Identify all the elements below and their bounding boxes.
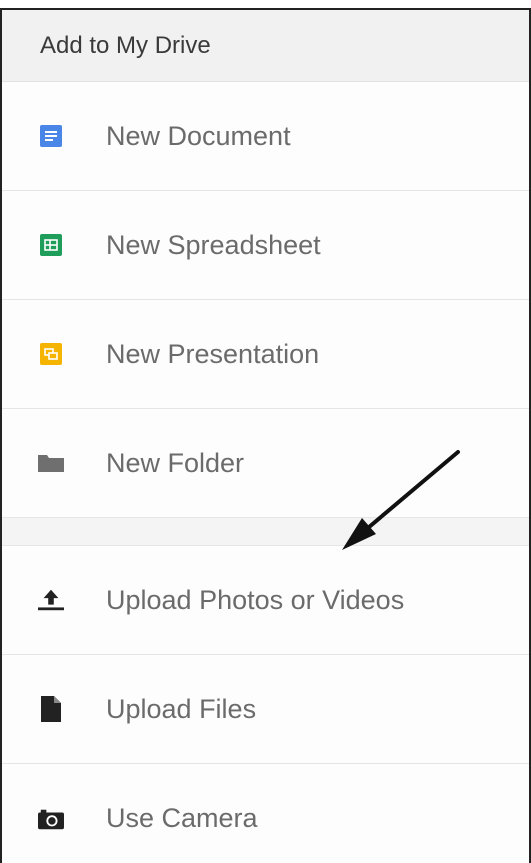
sheet-icon bbox=[38, 232, 64, 258]
new-presentation-item[interactable]: New Presentation bbox=[2, 300, 529, 409]
add-to-drive-menu: Add to My Drive New Document New Spreads… bbox=[0, 8, 531, 863]
doc-icon bbox=[38, 123, 64, 149]
use-camera-item[interactable]: Use Camera bbox=[2, 764, 529, 863]
page: Add to My Drive New Document New Spreads… bbox=[0, 0, 531, 863]
menu-title: Add to My Drive bbox=[40, 31, 211, 59]
new-spreadsheet-label: New Spreadsheet bbox=[106, 229, 321, 260]
use-camera-label: Use Camera bbox=[106, 803, 258, 833]
new-document-item[interactable]: New Document bbox=[2, 82, 529, 191]
new-document-label: New Document bbox=[106, 120, 291, 151]
new-folder-label: New Folder bbox=[106, 447, 245, 478]
pointer-arrow-annotation bbox=[342, 450, 460, 550]
menu-header: Add to My Drive bbox=[2, 10, 529, 82]
folder-icon bbox=[38, 450, 64, 476]
upload-files-label: Upload Files bbox=[106, 693, 257, 724]
camera-icon bbox=[38, 806, 64, 832]
slides-icon bbox=[38, 341, 64, 367]
upload-icon bbox=[38, 587, 64, 613]
upload-files-item[interactable]: Upload Files bbox=[2, 655, 529, 764]
upload-photos-label: Upload Photos or Videos bbox=[106, 584, 405, 615]
new-spreadsheet-item[interactable]: New Spreadsheet bbox=[2, 191, 529, 300]
new-presentation-label: New Presentation bbox=[106, 338, 320, 369]
upload-photos-item[interactable]: Upload Photos or Videos bbox=[2, 546, 529, 655]
file-icon bbox=[38, 696, 64, 722]
